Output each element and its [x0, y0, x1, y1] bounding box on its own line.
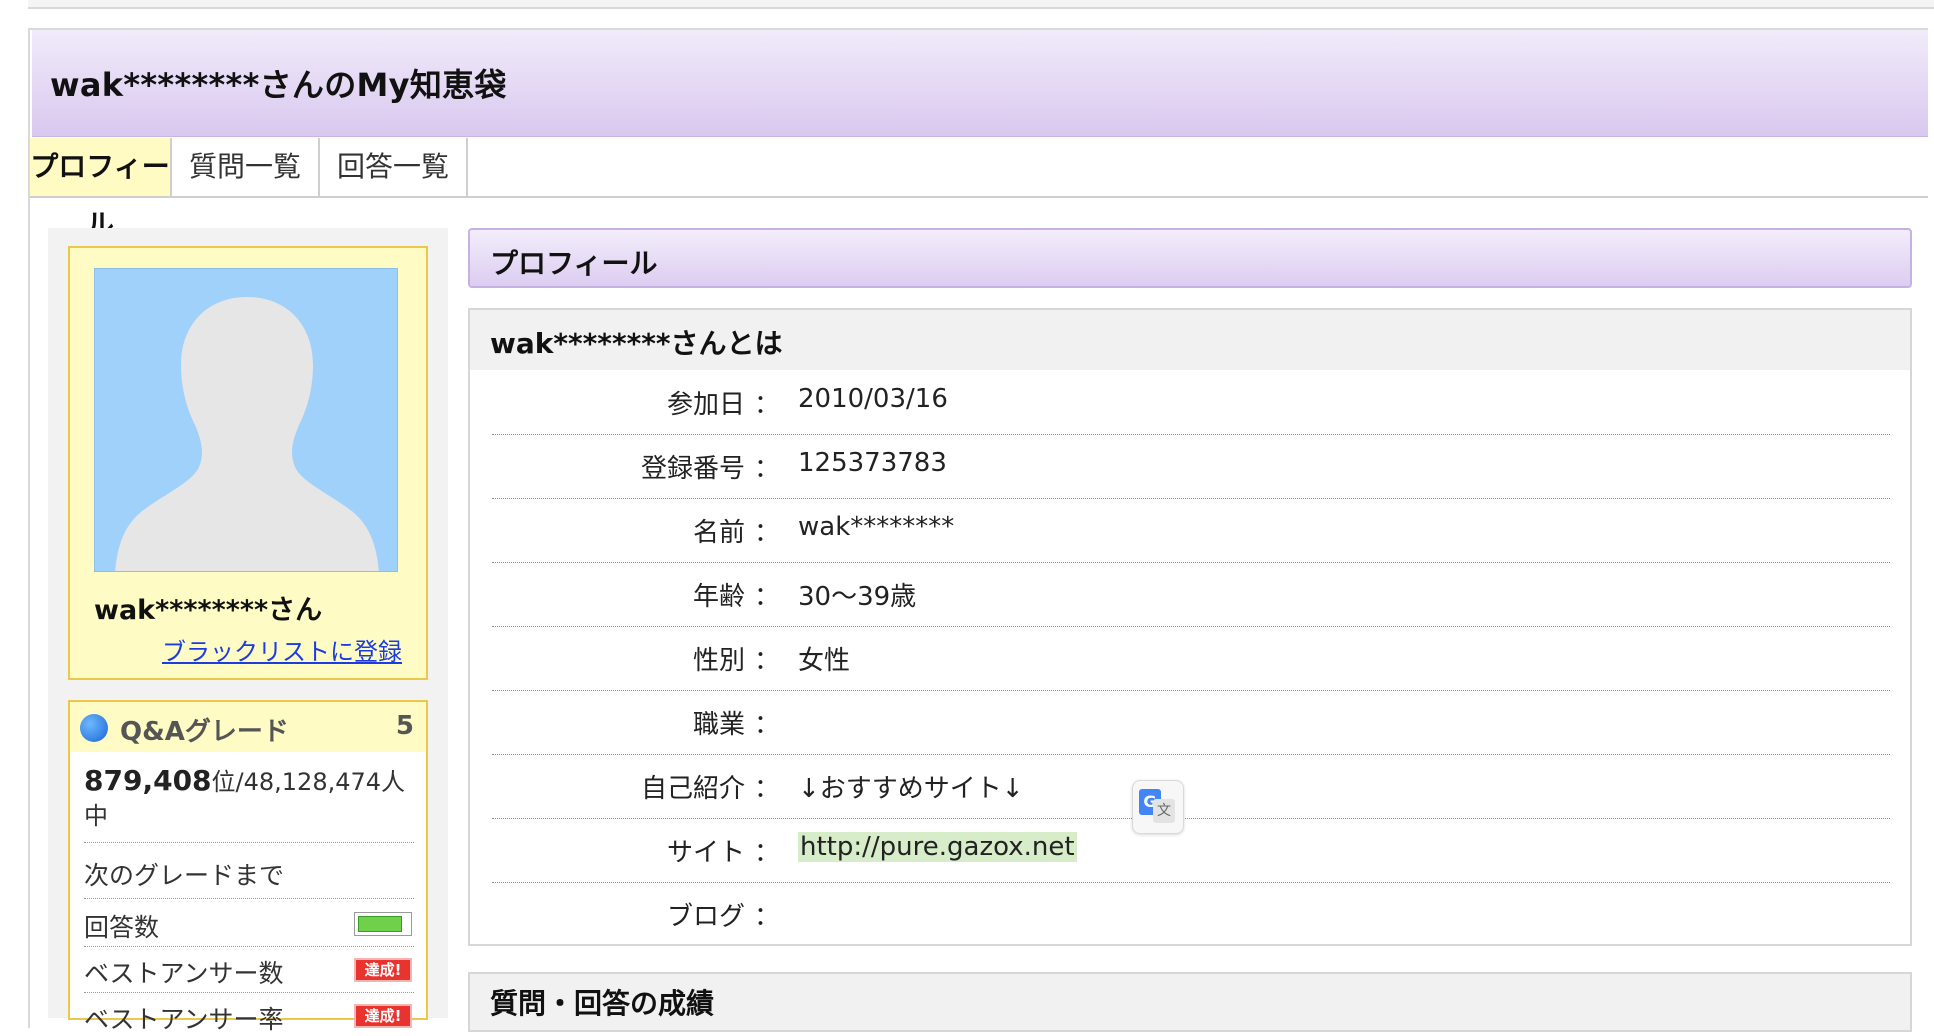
- row-separator: ：: [754, 390, 781, 420]
- answers-progress-bar: [354, 912, 412, 936]
- row-label: 名前: [692, 518, 745, 548]
- row-separator: ：: [754, 902, 781, 932]
- tab-bar: プロフィール 質問一覧 回答一覧: [30, 138, 1928, 241]
- row-label: 自己紹介: [640, 774, 745, 804]
- info-row-join-date: 参加日 ： 2010/03/16: [492, 370, 1890, 435]
- row-label: 性別: [692, 646, 745, 676]
- info-row-occupation: 職業 ：: [492, 690, 1890, 755]
- info-row-name: 名前 ： wak********: [492, 498, 1890, 563]
- divider: [84, 992, 414, 993]
- row-label: 職業: [692, 710, 745, 740]
- rank-line: 879,408位/48,128,474人中: [84, 764, 414, 833]
- page-header: wak********さんのMy知恵袋: [32, 30, 1928, 137]
- speech-bubble-icon: [80, 714, 108, 742]
- rank-unit: 位: [211, 768, 236, 796]
- tab-answers[interactable]: 回答一覧: [320, 138, 468, 196]
- qa-grade-card: Q&Aグレード 5 879,408位/48,128,474人中 次のグレードまで…: [68, 700, 428, 1034]
- user-name: wak********さん: [94, 595, 323, 626]
- best-rate-label: ベストアンサー率: [84, 1005, 284, 1034]
- info-row-gender: 性別 ： 女性: [492, 626, 1890, 691]
- row-separator: ：: [754, 710, 781, 740]
- row-label: 年齢: [692, 582, 745, 612]
- tab-profile[interactable]: プロフィール: [30, 138, 172, 241]
- profile-section-title: プロフィール: [490, 247, 658, 280]
- row-separator: ：: [754, 774, 781, 804]
- info-row-blog: ブログ ：: [492, 882, 1890, 946]
- info-row-self-introduction: 自己紹介 ： ↓おすすめサイト↓: [492, 754, 1890, 819]
- avatar: [94, 268, 398, 572]
- top-border: [28, 0, 1934, 9]
- progress-fill: [358, 916, 402, 932]
- divider: [84, 946, 414, 947]
- site-link[interactable]: http://pure.gazox.net: [798, 832, 1077, 862]
- about-panel: wak********さんとは 参加日 ： 2010/03/16 登録番号 ： …: [468, 308, 1912, 946]
- divider: [84, 898, 414, 899]
- default-user-silhouette-icon: [115, 297, 379, 571]
- row-value: 2010/03/16: [798, 384, 948, 414]
- row-separator: ：: [754, 518, 781, 548]
- row-label: 登録番号: [640, 454, 745, 484]
- tab-questions[interactable]: 質問一覧: [172, 138, 320, 196]
- about-title: wak********さんとは: [490, 327, 783, 360]
- results-section-title: 質問・回答の成績: [490, 987, 715, 1020]
- divider: [84, 842, 414, 843]
- row-value: wak********: [798, 512, 955, 542]
- profile-section-header: プロフィール: [468, 228, 1912, 288]
- about-header: wak********さんとは: [470, 310, 1910, 370]
- achieved-badge: 達成!: [354, 958, 412, 982]
- info-row-age: 年齢 ： 30〜39歳: [492, 562, 1890, 627]
- row-value: 女性: [798, 646, 851, 676]
- blacklist-link[interactable]: ブラックリストに登録: [162, 632, 402, 667]
- grade-label: Q&Aグレード: [120, 717, 289, 747]
- translate-text-icon: 文: [1153, 799, 1175, 823]
- row-separator: ：: [754, 646, 781, 676]
- page-title: wak********さんのMy知恵袋: [50, 66, 507, 104]
- row-label: サイト: [666, 838, 745, 868]
- grade-value: 5: [395, 711, 414, 741]
- next-grade-label: 次のグレードまで: [84, 861, 285, 890]
- translate-button[interactable]: G 文: [1132, 780, 1184, 834]
- row-label: ブログ: [666, 902, 745, 932]
- row-separator: ：: [754, 838, 781, 868]
- grade-header: Q&Aグレード 5: [70, 702, 426, 752]
- answers-count-label: 回答数: [84, 913, 160, 942]
- row-separator: ：: [754, 582, 781, 612]
- results-section-header: 質問・回答の成績: [468, 972, 1912, 1032]
- info-row-site: サイト ： http://pure.gazox.net: [492, 818, 1890, 883]
- info-row-registration-number: 登録番号 ： 125373783: [492, 434, 1890, 499]
- row-label: 参加日: [666, 390, 745, 420]
- row-separator: ：: [754, 454, 781, 484]
- row-value: ↓おすすめサイト↓: [798, 774, 1024, 804]
- profile-card: wak********さん ブラックリストに登録: [68, 246, 428, 680]
- row-value: 125373783: [798, 448, 947, 478]
- row-value: 30〜39歳: [798, 582, 917, 612]
- rank-number: 879,408: [84, 764, 212, 797]
- best-answers-label: ベストアンサー数: [84, 959, 284, 988]
